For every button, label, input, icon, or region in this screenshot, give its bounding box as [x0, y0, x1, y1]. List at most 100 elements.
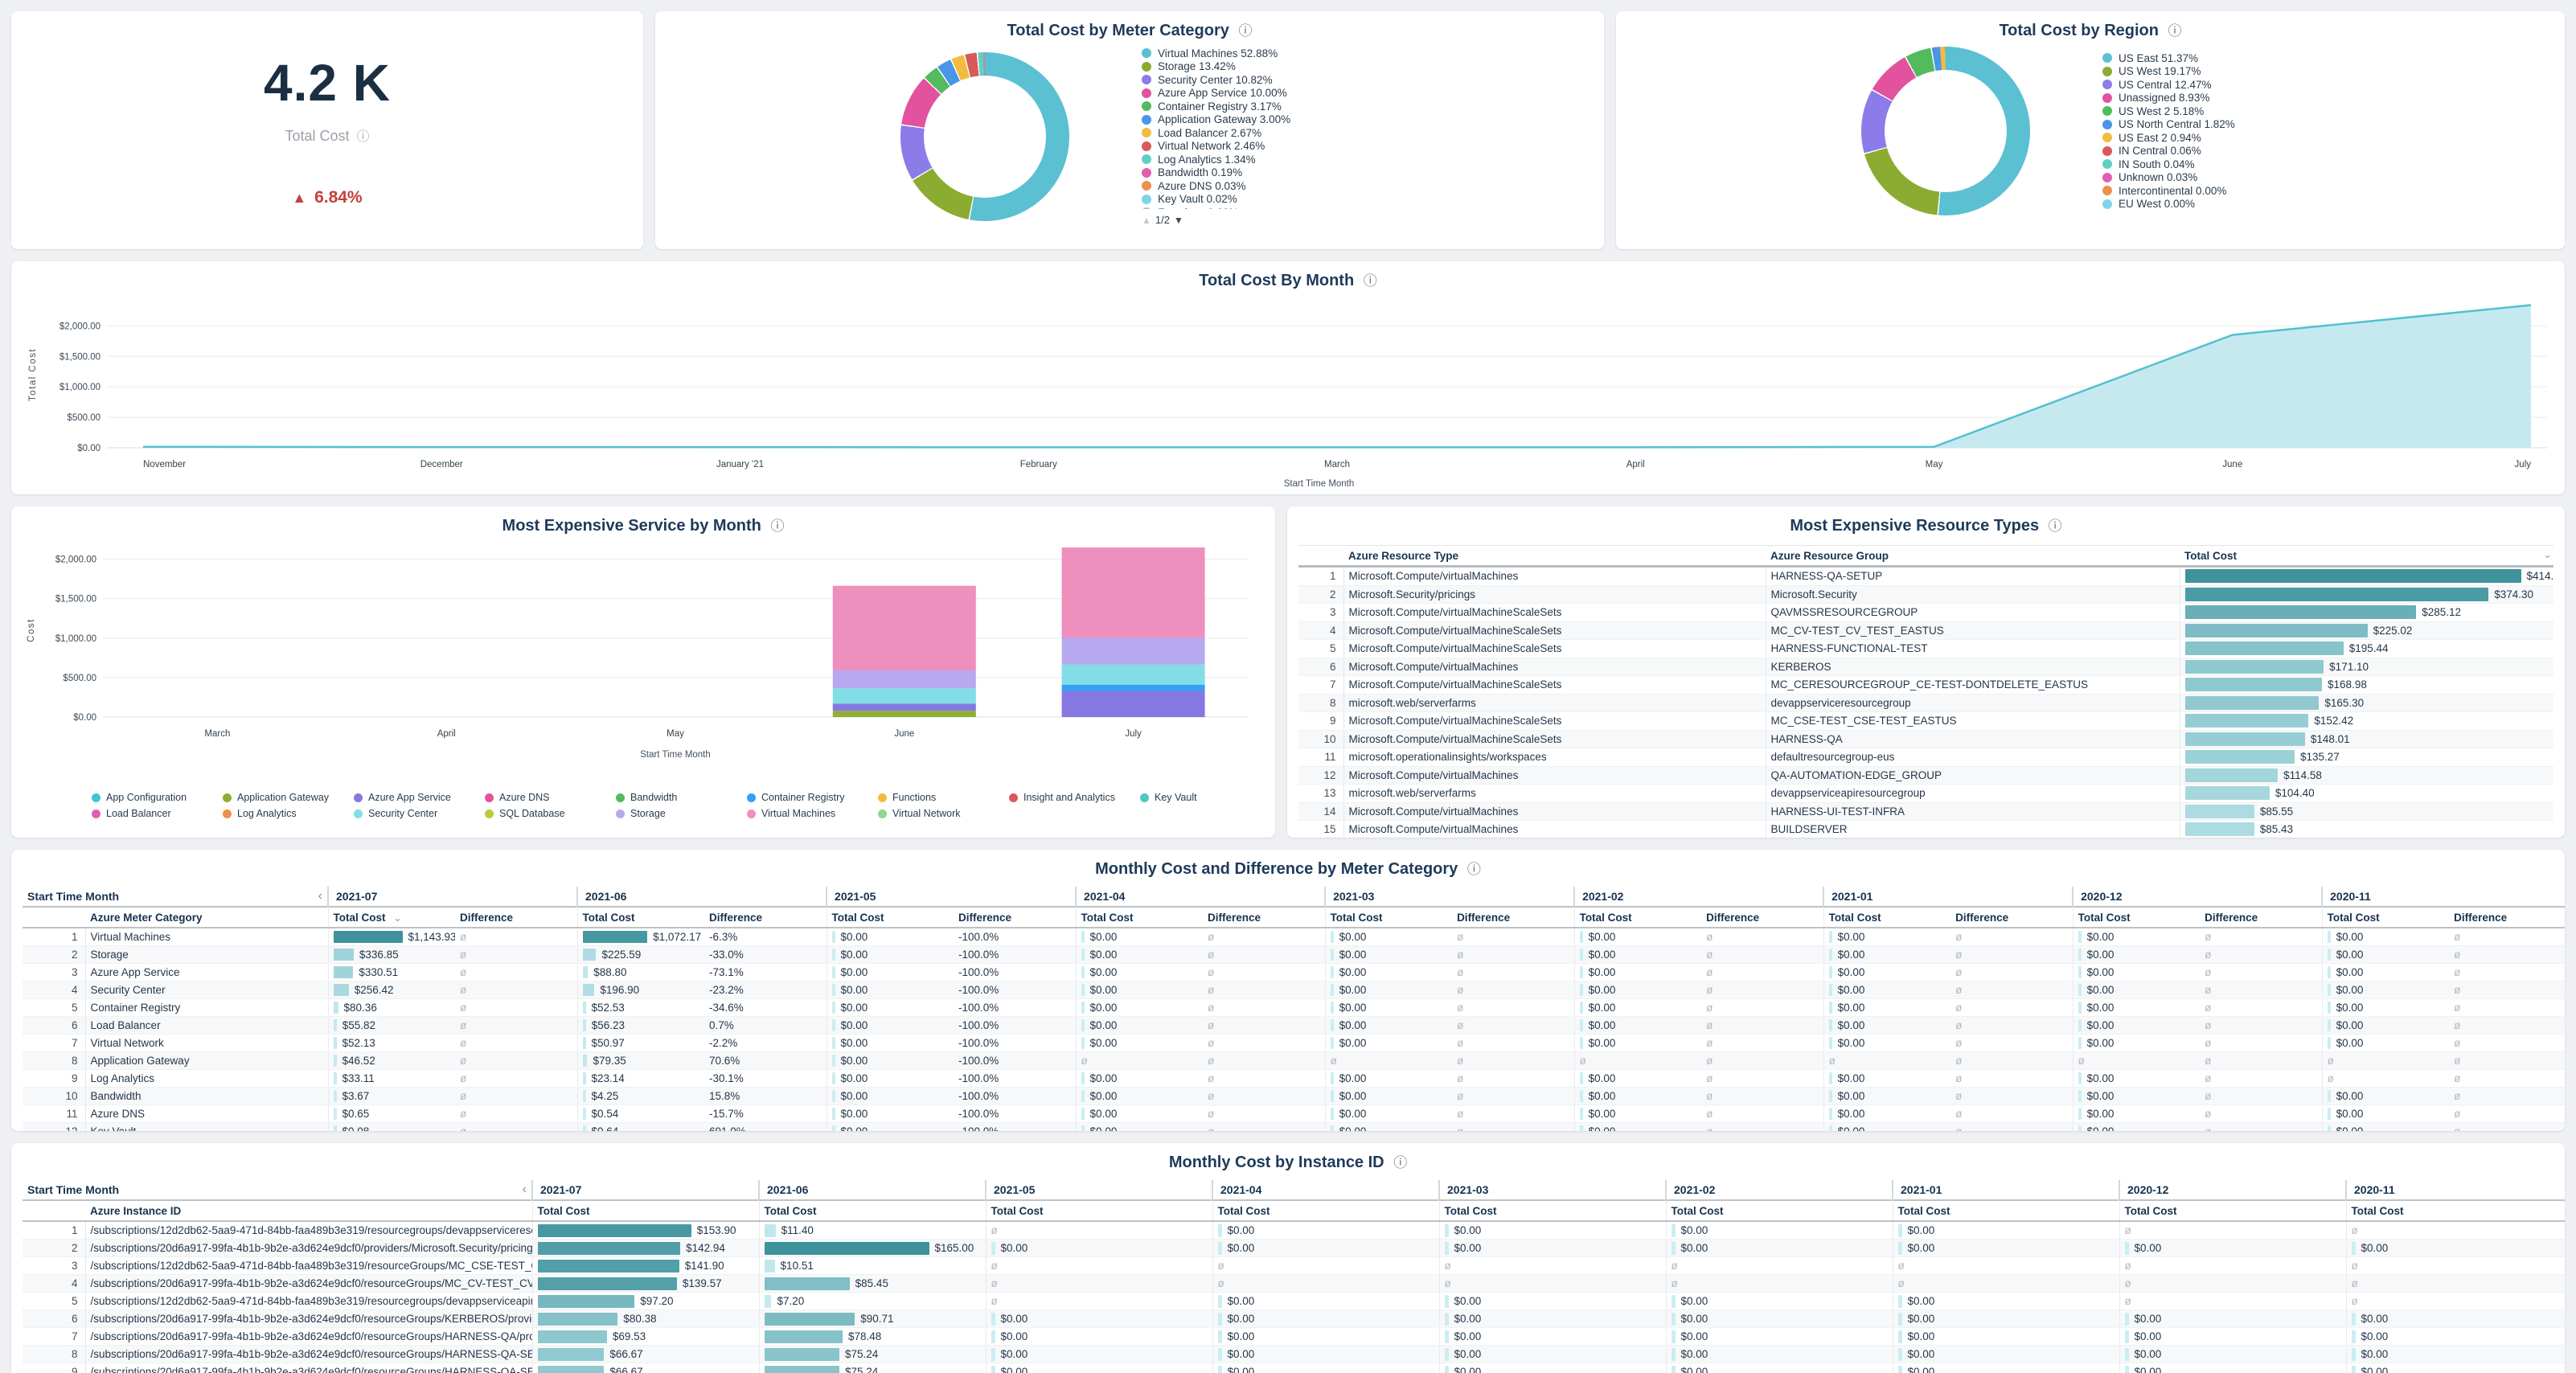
column-header-total-cost[interactable]: Total Cost — [2119, 1200, 2346, 1221]
scroll-months-left-icon[interactable]: ‹ — [523, 1182, 527, 1197]
legend-page-up-icon[interactable]: ▲ — [1142, 215, 1151, 226]
column-header-difference[interactable]: Difference — [1701, 907, 1823, 928]
legend-item[interactable]: Log Analytics — [223, 808, 354, 819]
month-header[interactable]: 2021-01 — [1893, 1180, 2119, 1200]
legend-item[interactable]: Application Gateway 3.00% — [1142, 113, 1359, 127]
month-header[interactable]: 2021-04 — [1076, 887, 1325, 907]
legend-item[interactable]: Virtual Network — [878, 808, 1009, 819]
column-header-difference[interactable]: Difference — [1203, 907, 1325, 928]
column-header-total-cost[interactable]: Total Cost — [1325, 907, 1452, 928]
column-header-total-cost[interactable]: Total Cost — [1666, 1200, 1893, 1221]
column-header-total-cost[interactable]: Total Cost — [1212, 1200, 1439, 1221]
month-header[interactable]: 2021-01 — [1823, 887, 2073, 907]
column-header-total-cost[interactable]: Total Cost — [532, 1200, 759, 1221]
legend-item[interactable]: EU West 0.00% — [2102, 198, 2320, 211]
month-header[interactable]: 2021-06 — [577, 887, 827, 907]
month-header[interactable]: 2021-03 — [1325, 887, 1574, 907]
month-header[interactable]: 2021-05 — [986, 1180, 1212, 1200]
legend-item[interactable]: Security Center — [354, 808, 485, 819]
column-header-total-cost[interactable]: Total Cost — [2073, 907, 2200, 928]
legend-item[interactable]: Intercontinental 0.00% — [2102, 184, 2320, 198]
column-header-difference[interactable]: Difference — [1452, 907, 1574, 928]
info-icon[interactable]: ⓘ — [1364, 273, 1377, 289]
legend-item[interactable]: Unassigned 8.93% — [2102, 92, 2320, 105]
info-icon[interactable]: ⓘ — [1393, 1155, 1407, 1170]
legend-item[interactable]: Functions 0.00% — [1142, 206, 1359, 209]
info-icon[interactable]: ⓘ — [770, 518, 784, 534]
legend-item[interactable]: Bandwidth — [616, 792, 747, 803]
region-donut[interactable] — [1861, 47, 2030, 215]
legend-item[interactable]: Azure DNS 0.03% — [1142, 179, 1359, 193]
column-header-total-cost[interactable]: Total Cost — [1823, 907, 1950, 928]
legend-item[interactable]: US West 2 5.18% — [2102, 105, 2320, 118]
column-header-total-cost[interactable]: Total Cost⌄ — [328, 907, 455, 928]
column-header-difference[interactable]: Difference — [455, 907, 577, 928]
column-header-total-cost[interactable]: Total Cost — [1076, 907, 1203, 928]
column-header-difference[interactable]: Difference — [1950, 907, 2073, 928]
column-header-difference[interactable]: Difference — [704, 907, 827, 928]
info-icon[interactable]: ⓘ — [357, 130, 370, 144]
legend-item[interactable]: Container Registry 3.17% — [1142, 100, 1359, 113]
month-header[interactable]: 2021-07 — [328, 887, 577, 907]
sort-icon[interactable]: ⌄ — [2543, 548, 2552, 561]
column-header-difference[interactable]: Difference — [2449, 907, 2565, 928]
legend-item[interactable]: Azure App Service — [354, 792, 485, 803]
legend-item[interactable]: Insight and Analytics — [1009, 792, 1140, 803]
month-header[interactable]: 2021-06 — [759, 1180, 986, 1200]
column-header-total-cost[interactable]: Total Cost — [2180, 546, 2553, 567]
cost-by-month-area-chart[interactable]: $0.00$500.00$1,000.00$1,500.00$2,000.00N… — [23, 290, 2553, 491]
legend-item[interactable]: IN Central 0.06% — [2102, 145, 2320, 158]
month-header[interactable]: 2021-07 — [532, 1180, 759, 1200]
column-header-total-cost[interactable]: Total Cost — [1439, 1200, 1666, 1221]
column-header-total-cost[interactable]: Total Cost — [1893, 1200, 2119, 1221]
legend-item[interactable]: Functions — [878, 792, 1009, 803]
legend-item[interactable]: Storage — [616, 808, 747, 819]
legend-item[interactable]: Bandwidth 0.19% — [1142, 166, 1359, 180]
column-header-resource-type[interactable]: Azure Resource Type — [1343, 546, 1766, 567]
column-header-meter-category[interactable]: Azure Meter Category — [85, 907, 328, 928]
column-header-total-cost[interactable]: Total Cost — [2322, 907, 2449, 928]
legend-item[interactable]: Unknown 0.03% — [2102, 171, 2320, 185]
legend-item[interactable]: App Configuration — [92, 792, 223, 803]
legend-item[interactable]: US West 19.17% — [2102, 65, 2320, 79]
column-header-total-cost[interactable]: Total Cost — [1574, 907, 1701, 928]
column-header-total-cost[interactable]: Total Cost — [577, 907, 704, 928]
info-icon[interactable]: ⓘ — [1467, 862, 1481, 877]
column-header-total-cost[interactable]: Total Cost — [827, 907, 954, 928]
legend-item[interactable]: Security Center 10.82% — [1142, 73, 1359, 87]
legend-item[interactable]: US East 2 0.94% — [2102, 131, 2320, 145]
month-header[interactable]: 2021-02 — [1574, 887, 1823, 907]
legend-item[interactable]: Container Registry — [747, 792, 878, 803]
legend-item[interactable]: IN South 0.04% — [2102, 158, 2320, 171]
info-icon[interactable]: ⓘ — [2049, 518, 2062, 534]
legend-item[interactable]: US North Central 1.82% — [2102, 118, 2320, 132]
month-header[interactable]: 2021-02 — [1666, 1180, 1893, 1200]
month-header[interactable]: 2020-11 — [2322, 887, 2565, 907]
column-header-total-cost[interactable]: Total Cost — [986, 1200, 1212, 1221]
legend-item[interactable]: Virtual Machines — [747, 808, 878, 819]
legend-item[interactable]: Azure DNS — [485, 792, 616, 803]
service-by-month-bar-chart[interactable]: $0.00$500.00$1,000.00$1,500.00$2,000.00M… — [23, 535, 1264, 760]
legend-item[interactable]: Azure App Service 10.00% — [1142, 87, 1359, 100]
column-header-total-cost[interactable]: Total Cost — [2346, 1200, 2565, 1221]
legend-item[interactable]: Load Balancer — [92, 808, 223, 819]
legend-page-down-icon[interactable]: ▼ — [1174, 215, 1183, 226]
info-icon[interactable]: ⓘ — [2168, 23, 2182, 39]
month-header[interactable]: 2021-03 — [1439, 1180, 1666, 1200]
legend-item[interactable]: Load Balancer 2.67% — [1142, 126, 1359, 140]
legend-item[interactable]: Virtual Network 2.46% — [1142, 140, 1359, 154]
month-header[interactable]: 2020-11 — [2346, 1180, 2565, 1200]
column-header-total-cost[interactable]: Total Cost — [759, 1200, 986, 1221]
scroll-months-left-icon[interactable]: ‹ — [318, 889, 322, 904]
column-header-start-time-month[interactable]: Start Time Month‹ — [23, 1180, 532, 1200]
meter-category-donut[interactable] — [900, 52, 1069, 221]
column-header-difference[interactable]: Difference — [954, 907, 1076, 928]
legend-item[interactable]: US Central 12.47% — [2102, 78, 2320, 92]
legend-item[interactable]: Virtual Machines 52.88% — [1142, 47, 1359, 60]
month-header[interactable]: 2021-05 — [827, 887, 1076, 907]
legend-item[interactable]: Log Analytics 1.34% — [1142, 153, 1359, 166]
legend-item[interactable]: SQL Database — [485, 808, 616, 819]
legend-item[interactable]: Storage 13.42% — [1142, 60, 1359, 74]
info-icon[interactable]: ⓘ — [1238, 23, 1252, 39]
legend-item[interactable]: Key Vault 0.02% — [1142, 193, 1359, 207]
